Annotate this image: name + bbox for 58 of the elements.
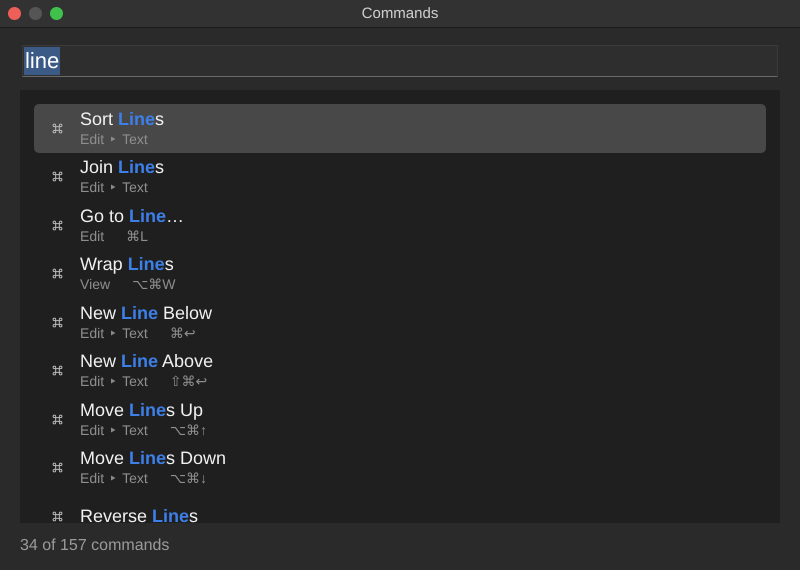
command-item[interactable]: Join Lines Edit Text xyxy=(34,152,766,201)
status-text: 34 of 157 commands xyxy=(20,537,170,555)
menu-path: Edit xyxy=(80,420,104,439)
separator-triangle-icon xyxy=(110,184,116,190)
command-key-icon xyxy=(52,122,62,134)
menu-path: Edit xyxy=(80,226,104,245)
command-title: New Line Below xyxy=(80,302,212,324)
menu-path: Edit xyxy=(80,469,104,488)
menu-path: Text xyxy=(122,178,148,196)
separator-triangle-icon xyxy=(110,426,116,433)
command-title: Wrap Lines xyxy=(80,254,175,276)
shortcut-label: ⌘↩ xyxy=(170,324,196,342)
command-key-icon xyxy=(52,365,62,376)
separator-triangle-icon xyxy=(110,136,116,142)
separator-triangle-icon xyxy=(110,475,116,482)
command-item[interactable]: Move Lines Up Edit Text ⌥⌘↑ xyxy=(34,395,766,444)
command-title: Go to Line… xyxy=(80,206,184,227)
menu-path: Text xyxy=(122,324,148,342)
command-item[interactable]: New Line Above Edit Text ⇧⌘↩ xyxy=(34,346,766,395)
command-title: Move Lines Down xyxy=(80,448,226,470)
menu-path: Edit xyxy=(80,372,104,390)
zoom-button[interactable] xyxy=(50,7,63,20)
command-key-icon xyxy=(52,414,62,425)
command-title: Sort Lines xyxy=(80,108,164,130)
command-item[interactable]: Go to Line… Edit ⌘L xyxy=(34,201,766,250)
menu-path: Edit xyxy=(80,130,104,148)
search-field[interactable]: line xyxy=(22,45,778,77)
window-title: Commands xyxy=(362,5,438,22)
command-title: Move Lines Up xyxy=(80,400,204,421)
shortcut-label: ⌥⌘↓ xyxy=(170,469,207,488)
menu-path: Edit xyxy=(80,324,104,342)
menu-path: Text xyxy=(122,420,148,439)
close-button[interactable] xyxy=(8,7,21,20)
menu-path: View xyxy=(80,275,110,294)
command-item[interactable]: Move Lines Down Edit Text ⌥⌘↓ xyxy=(34,444,766,492)
command-item[interactable]: Sort Lines Edit Text xyxy=(34,104,766,152)
command-key-icon xyxy=(52,316,62,328)
command-title: Reverse Lines xyxy=(80,506,198,523)
command-key-icon xyxy=(52,462,62,474)
separator-triangle-icon xyxy=(110,378,116,384)
command-item[interactable]: New Line Below Edit Text ⌘↩ xyxy=(34,298,766,346)
command-key-icon xyxy=(52,171,62,182)
command-key-icon xyxy=(52,510,62,522)
menu-path: Text xyxy=(122,130,148,148)
command-key-icon xyxy=(52,268,62,280)
command-title: Join Lines xyxy=(80,157,164,178)
shortcut-label: ⇧⌘↩ xyxy=(170,372,208,390)
command-item[interactable]: Wrap Lines View ⌥⌘W xyxy=(34,250,766,298)
shortcut-label: ⌥⌘↑ xyxy=(170,420,207,439)
menu-path: Text xyxy=(122,372,148,390)
command-key-icon xyxy=(52,220,62,231)
menu-path: Edit xyxy=(80,178,104,196)
separator-triangle-icon xyxy=(110,330,116,336)
shortcut-label: ⌘L xyxy=(126,226,148,245)
menu-path: Text xyxy=(122,469,148,488)
shortcut-label: ⌥⌘W xyxy=(132,275,176,294)
command-title: New Line Above xyxy=(80,351,214,372)
command-item[interactable]: Reverse Lines xyxy=(34,492,766,523)
